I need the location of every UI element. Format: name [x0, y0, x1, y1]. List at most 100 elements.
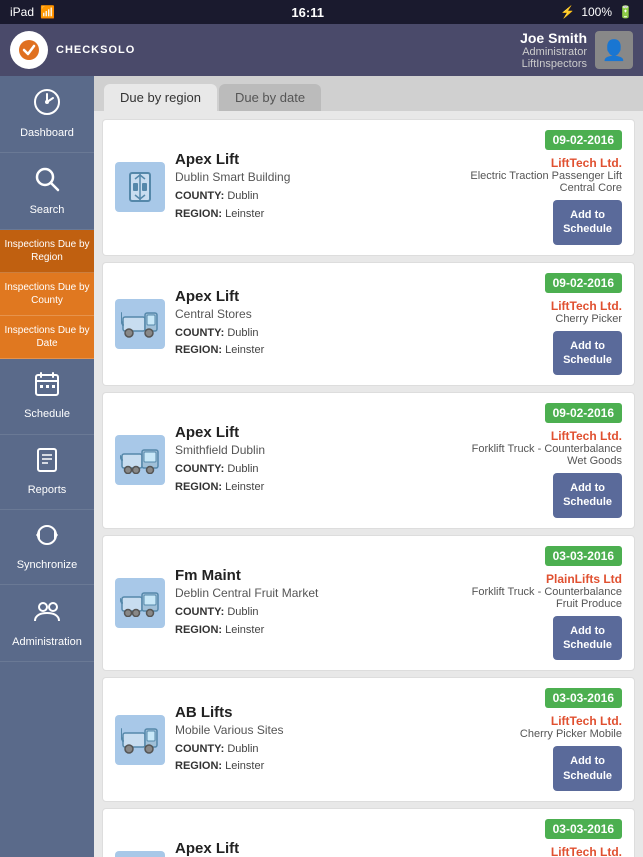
add-to-schedule-button[interactable]: Add toSchedule — [553, 746, 622, 791]
date-badge: 09-02-2016 — [545, 273, 622, 293]
card-right: 03-03-2016 LiftTech Ltd. Electric Tracti… — [462, 819, 622, 857]
tab-by-date[interactable]: Due by date — [219, 84, 321, 111]
region-label: REGION: Leinster — [175, 624, 264, 636]
user-name: Joe Smith — [520, 30, 587, 46]
date-badge: 09-02-2016 — [545, 130, 622, 150]
company-equip: PlainLifts Ltd Forklift Truck - Counterb… — [462, 572, 622, 610]
sidebar-item-reports[interactable]: Reports — [0, 435, 94, 510]
avatar: 👤 — [595, 31, 633, 69]
site-name: Dublin Smart Building — [175, 170, 452, 184]
equipment-name: Electric Traction Passenger Lift Central… — [462, 170, 622, 194]
company-equip: LiftTech Ltd. Electric Traction MRL Pass… — [462, 845, 622, 857]
site-name: Central Stores — [175, 307, 535, 321]
table-row: Apex Lift Central Stores COUNTY: Dublin … — [102, 262, 635, 387]
bluetooth-icon: ⚡ — [560, 5, 575, 19]
card-body: Apex Lift North West Dublin COUNTY: Dubl… — [175, 840, 452, 857]
card-body: Fm Maint Deblin Central Fruit Market COU… — [175, 567, 452, 639]
reports-icon — [34, 447, 60, 480]
sidebar: Dashboard Search Inspections Due by Regi… — [0, 76, 94, 857]
dashboard-icon — [33, 88, 61, 123]
company-name: AB Lifts — [175, 704, 510, 721]
reports-label: Reports — [28, 484, 67, 497]
table-row: Apex Lift Dublin Smart Building COUNTY: … — [102, 119, 635, 256]
search-label: Search — [30, 204, 65, 217]
sidebar-item-search[interactable]: Search — [0, 153, 94, 230]
sync-icon — [34, 522, 60, 555]
date-badge: 09-02-2016 — [545, 403, 622, 423]
add-to-schedule-button[interactable]: Add toSchedule — [553, 616, 622, 661]
card-body: Apex Lift Dublin Smart Building COUNTY: … — [175, 151, 452, 223]
card-meta: COUNTY: Dublin REGION: Leinster — [175, 325, 535, 360]
lift-company: LiftTech Ltd. — [551, 299, 622, 313]
date-badge: 03-03-2016 — [545, 546, 622, 566]
county-label: COUNTY: Dublin — [175, 327, 259, 339]
status-bar-left: iPad 📶 — [10, 5, 55, 19]
administration-icon — [33, 597, 61, 632]
date-badge: 03-03-2016 — [545, 688, 622, 708]
wifi-icon: 📶 — [40, 5, 55, 19]
card-right: 03-03-2016 PlainLifts Ltd Forklift Truck… — [462, 546, 622, 661]
company-name: Fm Maint — [175, 567, 452, 584]
sidebar-item-administration[interactable]: Administration — [0, 585, 94, 662]
region-label: REGION: Leinster — [175, 481, 264, 493]
sidebar-item-dashboard[interactable]: Dashboard — [0, 76, 94, 153]
lift-company: LiftTech Ltd. — [551, 156, 622, 170]
company-equip: LiftTech Ltd. Cherry Picker Mobile — [520, 714, 622, 740]
add-to-schedule-button[interactable]: Add toSchedule — [553, 200, 622, 245]
card-body: Apex Lift Smithfield Dublin COUNTY: Dubl… — [175, 424, 452, 496]
company-name: Apex Lift — [175, 424, 452, 441]
lift-company: LiftTech Ltd. — [551, 429, 622, 443]
region-label: REGION: Leinster — [175, 208, 264, 220]
company-equip: LiftTech Ltd. Electric Traction Passenge… — [462, 156, 622, 194]
user-role: Administrator — [520, 46, 587, 58]
status-bar-right: ⚡ 100% 🔋 — [560, 5, 633, 19]
schedule-icon — [34, 371, 60, 404]
county-label: COUNTY: Dublin — [175, 190, 259, 202]
company-equip: LiftTech Ltd. Cherry Picker — [551, 299, 622, 325]
table-row: Fm Maint Deblin Central Fruit Market COU… — [102, 535, 635, 672]
card-right: 03-03-2016 LiftTech Ltd. Cherry Picker M… — [520, 688, 622, 791]
card-body: AB Lifts Mobile Various Sites COUNTY: Du… — [175, 704, 510, 776]
site-name: Deblin Central Fruit Market — [175, 586, 452, 600]
main-layout: Dashboard Search Inspections Due by Regi… — [0, 76, 643, 857]
content-area: Due by region Due by date Apex Lift Dubl… — [94, 76, 643, 857]
card-meta: COUNTY: Dublin REGION: Leinster — [175, 188, 452, 223]
user-info: Joe Smith Administrator LiftInspectors 👤 — [520, 30, 633, 70]
add-to-schedule-button[interactable]: Add toSchedule — [553, 473, 622, 518]
sidebar-item-schedule[interactable]: Schedule — [0, 359, 94, 434]
county-label: COUNTY: Dublin — [175, 463, 259, 475]
lift-company: LiftTech Ltd. — [551, 714, 622, 728]
equipment-icon — [115, 299, 165, 349]
schedule-label: Schedule — [24, 408, 70, 421]
sidebar-item-synchronize[interactable]: Synchronize — [0, 510, 94, 585]
sidebar-item-by-region[interactable]: Inspections Due by Region — [0, 230, 94, 273]
county-label: COUNTY: Dublin — [175, 606, 259, 618]
table-row: Apex Lift North West Dublin COUNTY: Dubl… — [102, 808, 635, 857]
equipment-icon — [115, 435, 165, 485]
county-label: COUNTY: Dublin — [175, 743, 259, 755]
card-right: 09-02-2016 LiftTech Ltd. Electric Tracti… — [462, 130, 622, 245]
battery-label: 100% — [581, 5, 612, 19]
card-meta: COUNTY: Dublin REGION: Leinster — [175, 741, 510, 776]
region-label: REGION: Leinster — [175, 344, 264, 356]
card-right: 09-02-2016 LiftTech Ltd. Cherry Picker A… — [545, 273, 622, 376]
sidebar-item-by-county[interactable]: Inspections Due by County — [0, 273, 94, 316]
administration-label: Administration — [12, 636, 82, 649]
sidebar-item-by-date[interactable]: Inspections Due by Date — [0, 316, 94, 359]
clock: 16:11 — [291, 5, 324, 20]
company-name: Apex Lift — [175, 151, 452, 168]
tab-by-region[interactable]: Due by region — [104, 84, 217, 111]
table-row: AB Lifts Mobile Various Sites COUNTY: Du… — [102, 677, 635, 802]
site-name: Mobile Various Sites — [175, 723, 510, 737]
card-body: Apex Lift Central Stores COUNTY: Dublin … — [175, 288, 535, 360]
lift-company: PlainLifts Ltd — [546, 572, 622, 586]
inspection-list: Apex Lift Dublin Smart Building COUNTY: … — [94, 111, 643, 857]
logo-area: CHECKSOLO — [10, 31, 135, 69]
lift-company: LiftTech Ltd. — [551, 845, 622, 857]
device-label: iPad — [10, 5, 34, 19]
equipment-icon — [115, 162, 165, 212]
add-to-schedule-button[interactable]: Add toSchedule — [553, 331, 622, 376]
battery-icon: 🔋 — [618, 5, 633, 19]
site-name: Smithfield Dublin — [175, 443, 452, 457]
region-label: REGION: Leinster — [175, 760, 264, 772]
